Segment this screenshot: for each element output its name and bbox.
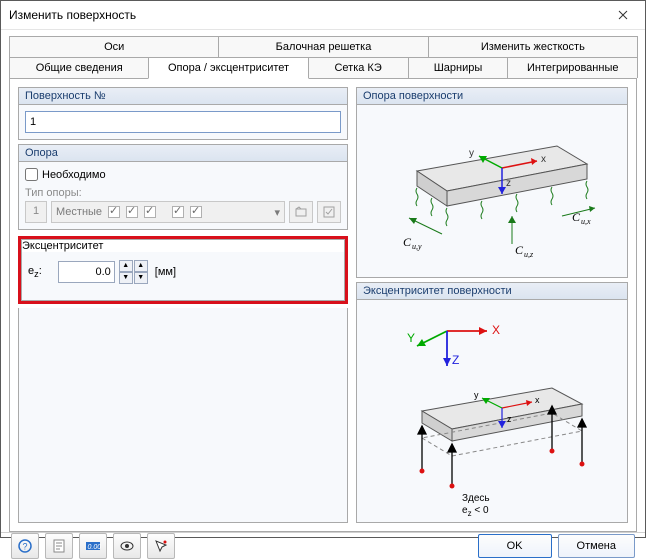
tabs-row-bottom: Общие сведения Опора / эксцентриситет Се… bbox=[9, 57, 637, 79]
svg-text:z: z bbox=[506, 178, 511, 189]
support-diagram: x y z Cu,x bbox=[357, 105, 627, 277]
group-surface-no-title: Поверхность № bbox=[19, 88, 347, 105]
tab-fe-mesh[interactable]: Сетка КЭ bbox=[308, 57, 409, 78]
left-empty-area bbox=[18, 308, 348, 523]
ez-spin-up-coarse[interactable]: ▲ bbox=[134, 260, 148, 272]
ez-spin-down[interactable]: ▼ bbox=[119, 272, 133, 284]
required-label: Необходимо bbox=[42, 169, 106, 181]
edit-type-button bbox=[317, 201, 341, 223]
eccentricity-highlight: Эксцентриситет ez: 0.0 ▲ ▼ bbox=[18, 236, 348, 304]
pick-button[interactable] bbox=[147, 533, 175, 559]
svg-text:z: z bbox=[507, 414, 512, 424]
tab-support-eccentricity[interactable]: Опора / эксцентриситет bbox=[148, 57, 308, 79]
close-button[interactable] bbox=[601, 1, 645, 29]
restraint-icon bbox=[190, 206, 202, 218]
svg-text:u,x: u,x bbox=[581, 217, 591, 226]
svg-text:C: C bbox=[515, 243, 524, 257]
left-column: Поверхность № Опора Необходимо Тип опоры… bbox=[18, 87, 348, 523]
support-type-no: 1 bbox=[25, 201, 47, 223]
support-type-row: 1 Местные ▾ bbox=[25, 201, 341, 223]
group-support-diagram: Опора поверхности x y bbox=[356, 87, 628, 278]
ez-spin-down-coarse[interactable]: ▼ bbox=[134, 272, 148, 284]
support-type-label: Тип опоры: bbox=[25, 187, 341, 199]
group-support-title: Опора bbox=[19, 145, 347, 162]
required-checkbox[interactable] bbox=[25, 168, 38, 181]
svg-text:Z: Z bbox=[452, 353, 459, 367]
tabs-row-top: Оси Балочная решетка Изменить жесткость bbox=[9, 36, 637, 57]
ez-spin-up[interactable]: ▲ bbox=[119, 260, 133, 272]
titlebar: Изменить поверхность bbox=[1, 1, 645, 30]
ez-input[interactable]: 0.0 bbox=[58, 261, 115, 283]
tab-hinges[interactable]: Шарниры bbox=[408, 57, 509, 78]
ez-spinner[interactable]: ▲ ▼ ▲ ▼ bbox=[119, 260, 148, 284]
report-button[interactable] bbox=[45, 533, 73, 559]
units-button[interactable]: 0.00 bbox=[79, 533, 107, 559]
tab-general[interactable]: Общие сведения bbox=[9, 57, 149, 78]
required-checkbox-row[interactable]: Необходимо bbox=[25, 168, 341, 181]
group-surface-no: Поверхность № bbox=[18, 87, 348, 140]
svg-text:u,z: u,z bbox=[524, 250, 534, 259]
group-eccentricity: Эксцентриситет ez: 0.0 ▲ ▼ bbox=[21, 239, 345, 301]
support-type-combo: Местные ▾ bbox=[51, 201, 285, 223]
svg-text:Y: Y bbox=[407, 331, 415, 345]
tab-axes[interactable]: Оси bbox=[9, 36, 219, 57]
footer: ? 0.00 OK Отмена bbox=[1, 532, 645, 559]
tab-modify-stiffness[interactable]: Изменить жесткость bbox=[428, 36, 638, 57]
restraint-icon bbox=[144, 206, 156, 218]
tab-body: Поверхность № Опора Необходимо Тип опоры… bbox=[9, 78, 637, 532]
svg-text:C: C bbox=[403, 235, 412, 249]
svg-text:x: x bbox=[535, 395, 540, 405]
svg-text:u,y: u,y bbox=[412, 242, 422, 251]
tab-beam-grid[interactable]: Балочная решетка bbox=[218, 36, 428, 57]
view-button[interactable] bbox=[113, 533, 141, 559]
tab-integrated[interactable]: Интегрированные bbox=[507, 57, 638, 78]
restraint-icon bbox=[126, 206, 138, 218]
chevron-down-icon: ▾ bbox=[274, 206, 280, 219]
ez-label: ez: bbox=[28, 265, 42, 279]
restraint-icon bbox=[172, 206, 184, 218]
svg-text:ez < 0: ez < 0 bbox=[462, 505, 489, 516]
svg-text:?: ? bbox=[23, 542, 28, 552]
svg-text:Здесь: Здесь bbox=[462, 493, 490, 504]
eccentricity-diagram: X Y Z bbox=[357, 300, 627, 522]
group-eccentricity-diagram: Эксцентриситет поверхности X Y Z bbox=[356, 282, 628, 523]
dialog-window: Изменить поверхность Оси Балочная решетк… bbox=[0, 0, 646, 538]
svg-text:y: y bbox=[469, 148, 474, 159]
group-support: Опора Необходимо Тип опоры: 1 Местные bbox=[18, 144, 348, 230]
svg-text:X: X bbox=[492, 323, 500, 337]
svg-text:y: y bbox=[474, 390, 479, 400]
svg-text:x: x bbox=[541, 154, 546, 165]
surface-no-input[interactable] bbox=[25, 111, 341, 133]
ez-unit: [мм] bbox=[155, 266, 176, 278]
open-library-button bbox=[289, 201, 313, 223]
eccentricity-diagram-title: Эксцентриситет поверхности bbox=[357, 283, 627, 300]
help-button[interactable]: ? bbox=[11, 533, 39, 559]
restraint-icon bbox=[108, 206, 120, 218]
content: Оси Балочная решетка Изменить жесткость … bbox=[1, 30, 645, 532]
support-diagram-title: Опора поверхности bbox=[357, 88, 627, 105]
right-column: Опора поверхности x y bbox=[356, 87, 628, 523]
svg-text:0.00: 0.00 bbox=[88, 544, 102, 551]
support-type-combo-text: Местные bbox=[56, 206, 102, 218]
window-title: Изменить поверхность bbox=[9, 8, 601, 22]
group-eccentricity-title: Эксцентриситет bbox=[22, 240, 344, 252]
